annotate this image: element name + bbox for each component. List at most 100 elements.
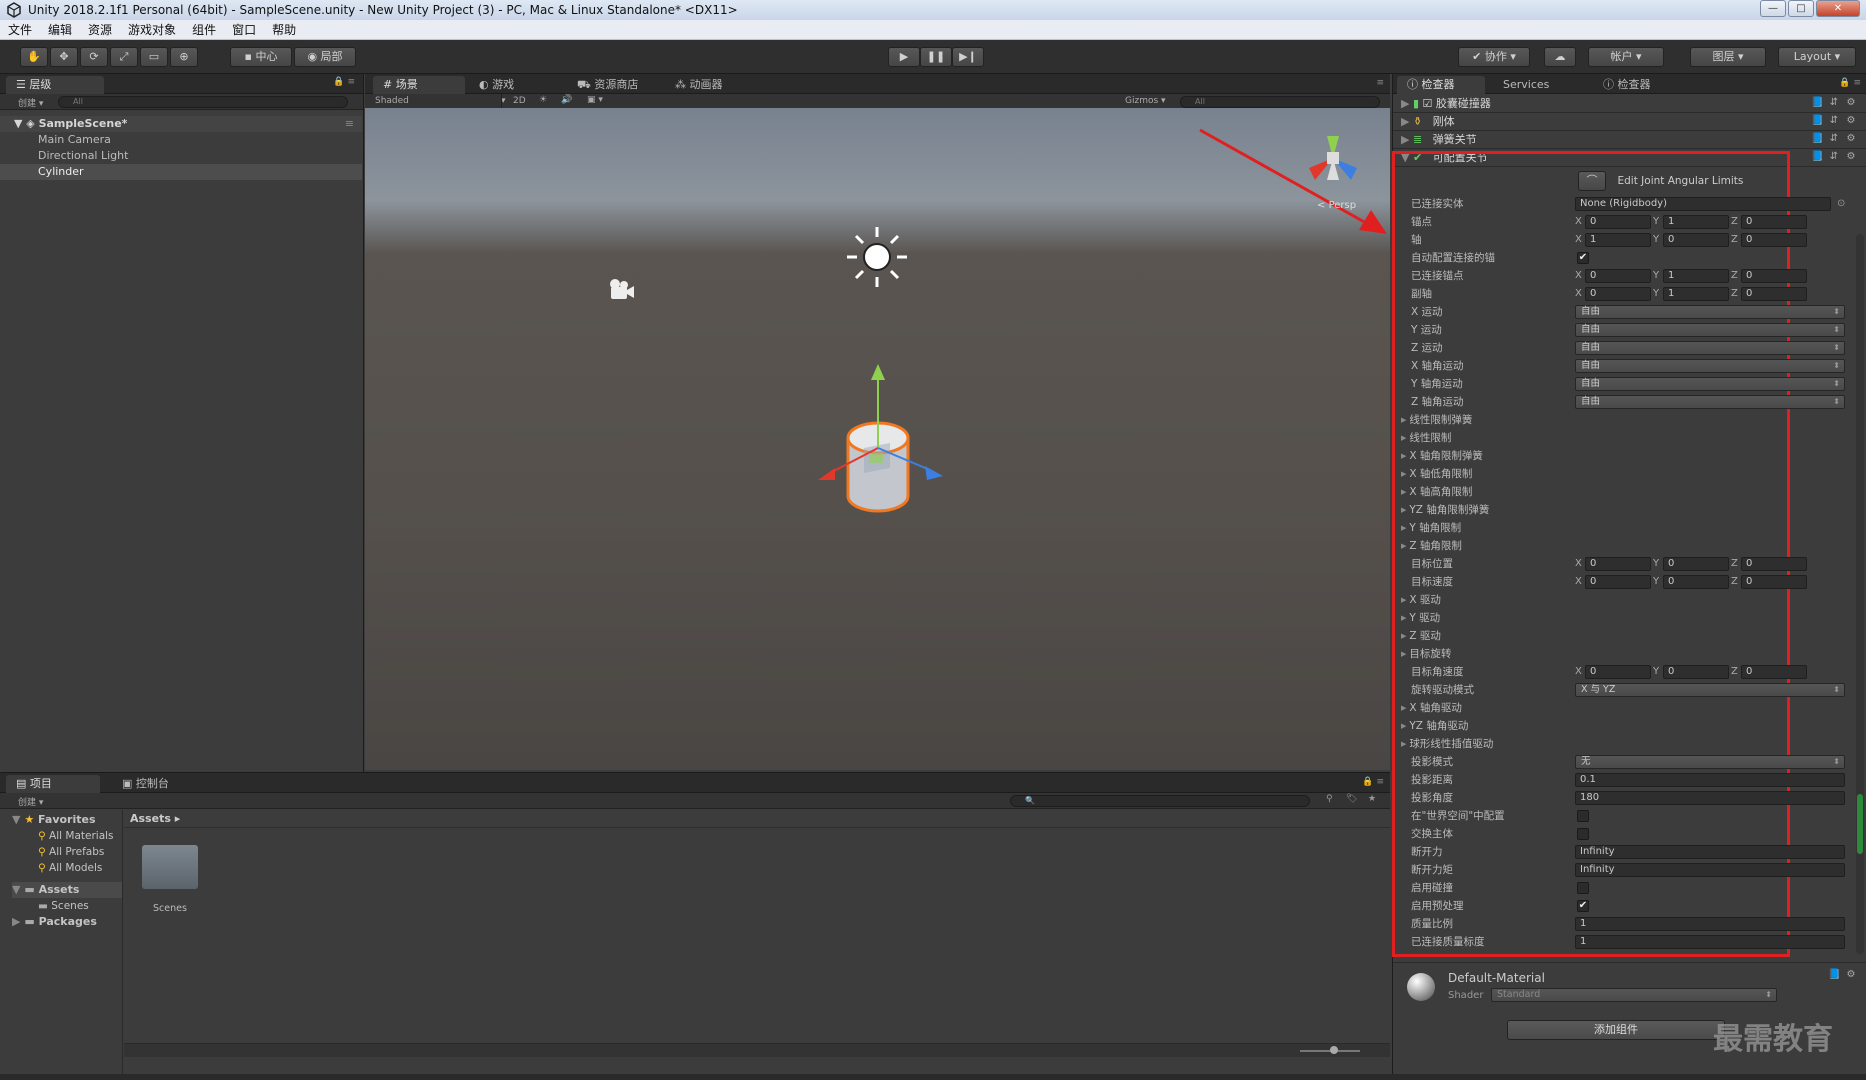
property-field[interactable]: 0.1 <box>1575 773 1845 787</box>
y-value-field[interactable]: 0 <box>1663 665 1729 679</box>
y-value-field[interactable]: 0 <box>1663 233 1729 247</box>
favorite-item[interactable]: ⚲ All Materials <box>38 828 114 844</box>
property-row[interactable]: 线性限制弹簧 <box>1393 411 1866 429</box>
scale-tool-icon[interactable]: ⤢ <box>110 47 138 67</box>
pivot-toggle[interactable]: ▪ 中心 <box>230 47 292 67</box>
play-button[interactable]: ▶ <box>888 47 920 67</box>
lighting-toggle-icon[interactable]: ☀ <box>539 95 547 105</box>
scene-root[interactable]: ▼ ◈ SampleScene* ≡ <box>0 116 362 132</box>
z-value-field[interactable]: 0 <box>1741 665 1807 679</box>
y-value-field[interactable]: 1 <box>1663 287 1729 301</box>
tab-game[interactable]: ◐ 游戏 <box>469 76 524 94</box>
scenes-folder-tile[interactable]: Scenes <box>140 845 200 923</box>
x-value-field[interactable]: 0 <box>1585 287 1651 301</box>
x-value-field[interactable]: 0 <box>1585 665 1651 679</box>
property-row[interactable]: Y 轴角限制 <box>1393 519 1866 537</box>
directional-light-icon[interactable] <box>847 227 907 287</box>
favorite-item[interactable]: ⚲ All Prefabs <box>38 844 104 860</box>
property-field[interactable]: 180 <box>1575 791 1845 805</box>
2d-toggle[interactable]: 2D <box>501 96 526 106</box>
menu-edit[interactable]: 编辑 <box>48 21 72 38</box>
property-row[interactable]: Z 轴角限制 <box>1393 537 1866 555</box>
menu-window[interactable]: 窗口 <box>232 21 256 38</box>
tab-asset-store[interactable]: ⛟ 资源商店 <box>567 76 648 94</box>
menu-assets[interactable]: 资源 <box>88 21 112 38</box>
tab-inspector-2[interactable]: ⓘ 检查器 <box>1593 76 1661 94</box>
maximize-button[interactable]: □ <box>1788 0 1814 17</box>
project-search-input[interactable]: 🔍 <box>1010 795 1310 807</box>
property-dropdown[interactable]: 自由 <box>1575 395 1845 409</box>
y-value-field[interactable]: 1 <box>1663 269 1729 283</box>
project-create-dropdown[interactable]: 创建 ▾ <box>18 795 43 808</box>
property-row[interactable]: 球形线性插值驱动 <box>1393 735 1866 753</box>
orientation-gizmo-icon[interactable] <box>1309 136 1357 180</box>
space-toggle[interactable]: ◉ 局部 <box>294 47 356 67</box>
add-component-button[interactable]: 添加组件 <box>1507 1020 1725 1040</box>
step-button[interactable]: ▶❙ <box>952 47 984 67</box>
scene-search-input[interactable]: All <box>1180 96 1380 108</box>
filter-label-icon[interactable]: 🏷 <box>1346 794 1357 804</box>
favorite-item[interactable]: ⚲ All Models <box>38 860 102 876</box>
hierarchy-item[interactable]: Directional Light <box>0 148 362 164</box>
property-dropdown[interactable]: 自由 <box>1575 359 1845 373</box>
layout-dropdown[interactable]: Layout ▾ <box>1778 47 1856 67</box>
close-button[interactable]: ✕ <box>1816 0 1860 17</box>
x-value-field[interactable]: 0 <box>1585 215 1651 229</box>
tab-inspector[interactable]: ⓘ 检查器 <box>1397 76 1485 94</box>
property-row[interactable]: Y 驱动 <box>1393 609 1866 627</box>
property-dropdown[interactable]: 自由 <box>1575 323 1845 337</box>
panel-menu-icon[interactable]: 🔒 ≡ <box>333 77 355 87</box>
tab-hierarchy[interactable]: ☰ 层级 <box>6 76 104 94</box>
rotate-tool-icon[interactable]: ⟳ <box>80 47 108 67</box>
zoom-slider-thumb[interactable] <box>1330 1046 1338 1054</box>
assets-folder[interactable]: ▼ ▬ Assets <box>12 882 122 898</box>
property-dropdown[interactable]: 自由 <box>1575 341 1845 355</box>
edit-joint-limits-button[interactable]: ⌒ Edit Joint Angular Limits <box>1578 170 1743 192</box>
tab-scene[interactable]: # 场景 <box>373 76 465 94</box>
y-value-field[interactable]: 0 <box>1663 575 1729 589</box>
property-row[interactable]: YZ 轴角限制弹簧 <box>1393 501 1866 519</box>
property-row[interactable]: YZ 轴角驱动 <box>1393 717 1866 735</box>
x-value-field[interactable]: 0 <box>1585 575 1651 589</box>
property-dropdown[interactable]: 无 <box>1575 755 1845 769</box>
property-row[interactable]: X 轴高角限制 <box>1393 483 1866 501</box>
tab-services[interactable]: Services <box>1493 76 1559 94</box>
property-checkbox[interactable]: ✔ <box>1577 252 1589 264</box>
collab-dropdown[interactable]: ✔ 协作 ▾ <box>1458 47 1530 67</box>
z-value-field[interactable]: 0 <box>1741 269 1807 283</box>
favorite-star-icon[interactable]: ★ <box>1368 794 1376 804</box>
property-row[interactable]: X 轴角限制弹簧 <box>1393 447 1866 465</box>
component-spring-joint[interactable]: ▶ ≣ 弹簧关节 📘 ⇵ ⚙ <box>1393 131 1866 149</box>
hierarchy-item-selected[interactable]: Cylinder <box>0 164 362 180</box>
tab-project[interactable]: ▤ 项目 <box>6 775 100 793</box>
tab-animator[interactable]: ⁂ 动画器 <box>665 76 733 94</box>
cloud-icon[interactable]: ☁ <box>1544 47 1576 67</box>
object-picker-icon[interactable]: ⊙ <box>1837 195 1845 213</box>
scene-menu-icon[interactable]: ≡ <box>345 116 354 132</box>
property-checkbox[interactable]: ✔ <box>1577 900 1589 912</box>
component-capsule-collider[interactable]: ▶ ▮ ☑ 胶囊碰撞器 📘 ⇵ ⚙ <box>1393 95 1866 113</box>
rect-tool-icon[interactable]: ▭ <box>140 47 168 67</box>
property-row[interactable]: X 驱动 <box>1393 591 1866 609</box>
inspector-scrollbar[interactable] <box>1856 234 1864 954</box>
menu-component[interactable]: 组件 <box>192 21 216 38</box>
property-row[interactable]: 目标旋转 <box>1393 645 1866 663</box>
shading-dropdown[interactable]: Shaded <box>375 96 409 106</box>
component-configurable-joint[interactable]: ▼ ✔ 可配置关节 📘 ⇵ ⚙ <box>1393 149 1866 167</box>
pause-button[interactable]: ❚❚ <box>920 47 952 67</box>
account-dropdown[interactable]: 帐户 ▾ <box>1588 47 1664 67</box>
gizmos-dropdown[interactable]: Gizmos ▾ <box>1125 96 1166 106</box>
x-value-field[interactable]: 1 <box>1585 233 1651 247</box>
z-value-field[interactable]: 0 <box>1741 287 1807 301</box>
move-tool-icon[interactable]: ✥ <box>50 47 78 67</box>
property-dropdown[interactable]: 自由 <box>1575 377 1845 391</box>
property-checkbox[interactable] <box>1577 810 1589 822</box>
menu-file[interactable]: 文件 <box>8 21 32 38</box>
z-value-field[interactable]: 0 <box>1741 557 1807 571</box>
effects-dropdown-icon[interactable]: ▣ ▾ <box>587 95 603 105</box>
object-field[interactable]: None (Rigidbody) <box>1575 197 1831 211</box>
minimize-button[interactable]: — <box>1760 0 1786 17</box>
component-rigidbody[interactable]: ▶ ⚱ 刚体 📘 ⇵ ⚙ <box>1393 113 1866 131</box>
hierarchy-search-input[interactable]: All <box>58 96 348 108</box>
filter-type-icon[interactable]: ⚲ <box>1326 794 1333 804</box>
